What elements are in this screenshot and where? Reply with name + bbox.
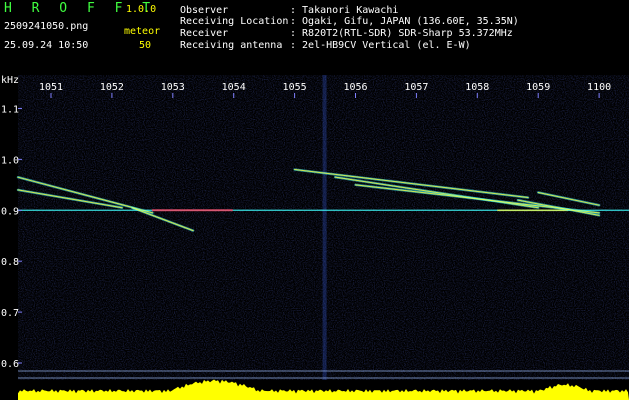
location-label: Receiving Location: [180, 16, 289, 27]
x-tick-label: 1054: [222, 82, 246, 93]
file-name: 2509241050.png: [4, 21, 89, 32]
x-tick-label: 1051: [39, 82, 63, 93]
spectrogram-background: [18, 75, 629, 380]
y-axis-unit: kHz: [1, 75, 19, 86]
x-tick-label: 1059: [526, 82, 550, 93]
x-tick-label: 1052: [100, 82, 124, 93]
header-panel: H R O F F T 1.0.0 2509241050.png 25.09.2…: [0, 0, 629, 75]
x-tick-label: 1055: [283, 82, 307, 93]
meteor-label: meteor: [124, 26, 161, 37]
signal-level-trace: [18, 379, 629, 400]
y-tick-label: 0.6: [1, 359, 19, 370]
y-tick-label: 0.7: [1, 308, 19, 319]
receiver-value: : R820T2(RTL-SDR) SDR-Sharp 53.372MHz: [290, 28, 513, 39]
x-tick-label: 1057: [404, 82, 428, 93]
receiver-label: Receiver: [180, 28, 229, 39]
antenna-value: : 2el-HB9CV Vertical (el. E-W): [290, 40, 471, 51]
x-tick-label: 1056: [343, 82, 367, 93]
x-tick-label: 1058: [465, 82, 489, 93]
y-tick-label: 0.9: [1, 206, 19, 217]
y-tick-label: 1.1: [1, 104, 19, 115]
file-datetime: 25.09.24 10:50: [4, 40, 89, 51]
y-tick-label: 1.0: [1, 155, 19, 166]
antenna-label: Receiving antenna: [180, 40, 283, 51]
x-tick-label: 1053: [161, 82, 185, 93]
meteor-count: 50: [139, 40, 152, 51]
y-tick-label: 0.8: [1, 257, 19, 268]
x-tick-label: 1100: [587, 82, 611, 93]
location-value: : Ogaki, Gifu, JAPAN (136.60E, 35.35N): [290, 16, 519, 27]
app-version: 1.0.0: [126, 4, 157, 15]
interference-streak: [322, 75, 327, 380]
spectrogram: kHz 1051 1052 1053 1054 1055 1056 1057 1058 1059 1…: [1, 75, 629, 400]
